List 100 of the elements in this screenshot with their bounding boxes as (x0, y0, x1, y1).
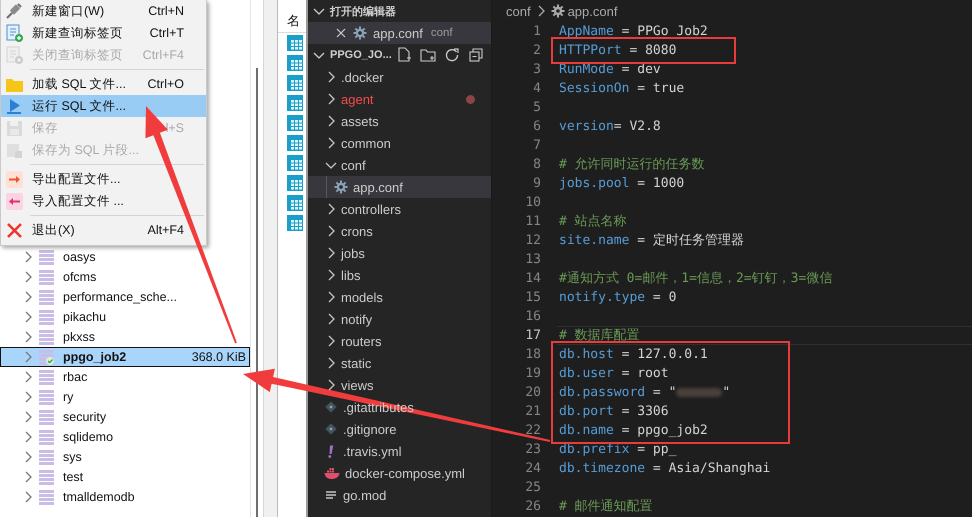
modified-dot (466, 94, 475, 104)
table-icon (287, 175, 303, 191)
line-number: 15 (524, 289, 541, 307)
code-line: # 允许同时运行的任务数 (559, 156, 705, 174)
database-item[interactable]: ry (0, 387, 250, 407)
code-line: notify.type = 0 (559, 289, 676, 307)
line-number: 20 (524, 384, 541, 402)
database-item[interactable]: performance_sche... (0, 287, 250, 307)
table-icon (287, 55, 303, 71)
folder-item[interactable]: jobs (308, 242, 491, 264)
code-line: #通知方式 0=邮件，1=信息，2=钉钉，3=微信 (559, 270, 832, 288)
line-number: 1 (532, 23, 541, 41)
database-item[interactable]: oasys (0, 247, 250, 267)
table-icon (287, 135, 303, 151)
size-label: 368.0 KiB (192, 350, 247, 364)
document-add-icon (5, 24, 24, 42)
file-item[interactable]: docker-compose.yml (308, 462, 491, 484)
folder-item[interactable]: crons (308, 220, 491, 242)
open-editor-item[interactable]: app.conf conf (308, 22, 491, 44)
whale-icon (324, 465, 340, 481)
export-icon (5, 170, 24, 188)
refresh-icon (444, 47, 460, 63)
code-line: db.password = " (559, 384, 676, 402)
menu-item[interactable]: 运行 SQL 文件... (1, 95, 206, 117)
save-icon (5, 118, 24, 138)
code-line: jobs.pool = 1000 (559, 175, 684, 193)
code-line: db.user = root (559, 365, 669, 383)
menu-item[interactable]: 退出(X) Alt+F4 (1, 219, 206, 241)
line-number: 2 (532, 42, 541, 60)
shortcut-label: l+S (164, 121, 185, 135)
folder-item[interactable]: libs (308, 264, 491, 286)
database-item[interactable]: ofcms (0, 267, 250, 287)
code-line: HTTPPort = 8080 (559, 42, 676, 60)
code-line: db.name = ppgo_job2 (559, 422, 708, 440)
close-icon (5, 220, 24, 240)
line-number: 11 (524, 213, 541, 231)
breadcrumb-item[interactable]: conf (506, 4, 531, 18)
database-item[interactable]: rbac (0, 367, 250, 387)
section-header[interactable]: PPGO_JO... (308, 44, 491, 66)
database-icon (39, 469, 55, 485)
file-item[interactable]: app.conf (308, 176, 491, 198)
close-icon (335, 27, 347, 39)
file-item[interactable]: .gitignore (308, 418, 491, 440)
code-line: db.prefix = pp_ (559, 441, 676, 459)
folder-item[interactable]: routers (308, 330, 491, 352)
database-icon (39, 409, 55, 425)
project-title: PPGO_JO... (330, 49, 392, 61)
file-item[interactable]: go.mod (308, 484, 491, 506)
menu-item[interactable]: 新建查询标签页 Ctrl+T (1, 22, 206, 44)
database-item[interactable]: pkxss (0, 327, 250, 347)
folder-item[interactable]: .docker (308, 66, 491, 88)
database-item[interactable]: test (0, 467, 250, 487)
line-number: 6 (532, 118, 541, 136)
folder-item[interactable]: assets (308, 110, 491, 132)
line-number: 13 (524, 251, 541, 269)
folder-item[interactable]: notify (308, 308, 491, 330)
database-item[interactable]: security (0, 407, 250, 427)
code-line: " (722, 384, 730, 402)
table-icon (287, 35, 303, 51)
database-item[interactable]: pikachu (0, 307, 250, 327)
code-line: # 站点名称 (559, 213, 627, 231)
line-number: 7 (532, 137, 541, 155)
file-item[interactable]: .travis.yml (308, 440, 491, 462)
line-number: 19 (524, 365, 541, 383)
code-line: db.host = 127.0.0.1 (559, 346, 708, 364)
gear-icon (353, 26, 367, 40)
database-item[interactable]: ppgo_job2 368.0 KiB (0, 347, 250, 367)
folder-item[interactable]: conf (308, 154, 491, 176)
gear-icon (334, 180, 348, 194)
line-number: 25 (524, 479, 541, 497)
code-line: site.name = 定时任务管理器 (559, 232, 744, 250)
menu-item[interactable]: 加载 SQL 文件... Ctrl+O (1, 73, 206, 95)
menu-item[interactable]: 导入配置文件 ... (1, 190, 206, 212)
menu-item[interactable]: 新建窗口(W) Ctrl+N (1, 0, 206, 22)
line-number: 24 (524, 460, 541, 478)
shortcut-label: Ctrl+F4 (142, 48, 185, 62)
splitter[interactable] (263, 0, 277, 517)
database-icon (39, 309, 55, 325)
folder-item[interactable]: common (308, 132, 491, 154)
code-line: # 数据库配置 (559, 327, 640, 345)
database-item[interactable]: tmalldemodb (0, 487, 250, 507)
line-number: 4 (532, 80, 541, 98)
database-item[interactable]: sys (0, 447, 250, 467)
folder-item[interactable]: controllers (308, 198, 491, 220)
breadcrumb-item[interactable]: app.conf (568, 4, 618, 18)
database-item[interactable]: sqlidemo (0, 427, 250, 447)
code-line: db.port = 3306 (559, 403, 669, 421)
folder-item[interactable]: agent (308, 88, 491, 110)
database-icon (39, 449, 55, 465)
new-folder-icon (420, 47, 436, 63)
folder-item[interactable]: models (308, 286, 491, 308)
section-header[interactable]: 打开的编辑器 (308, 0, 491, 22)
table-icon (287, 215, 303, 231)
folder-item[interactable]: static (308, 352, 491, 374)
line-number: 23 (524, 441, 541, 459)
folder-item[interactable]: views (308, 374, 491, 396)
menu-item[interactable]: 导出配置文件... (1, 168, 206, 190)
line-number: 18 (524, 346, 541, 364)
shortcut-label: Ctrl+O (146, 77, 185, 91)
run-icon (5, 96, 24, 116)
